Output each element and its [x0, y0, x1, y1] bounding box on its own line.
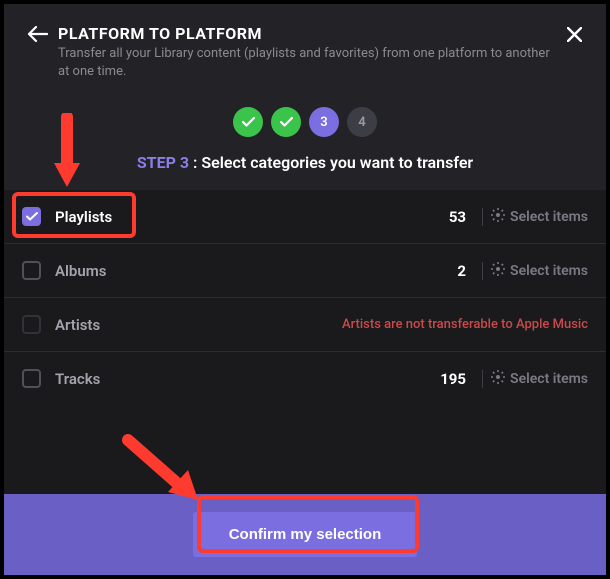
step-number-label: STEP 3	[137, 153, 189, 172]
category-row-playlists[interactable]: Playlists 53 Select items	[4, 190, 606, 244]
gear-icon	[491, 370, 505, 388]
select-items-button[interactable]: Select items	[491, 370, 588, 388]
select-items-label: Select items	[510, 209, 588, 225]
select-items-button[interactable]: Select items	[491, 208, 588, 226]
close-icon[interactable]	[567, 26, 582, 47]
checkbox-artists	[22, 315, 41, 334]
category-count: 2	[457, 262, 466, 280]
checkbox-tracks[interactable]	[22, 369, 41, 388]
category-label: Playlists	[55, 208, 449, 226]
error-message: Artists are not transferable to Apple Mu…	[342, 317, 588, 332]
step-description: : Select categories you want to transfer	[189, 153, 473, 172]
category-count: 53	[449, 208, 466, 226]
select-items-label: Select items	[510, 263, 588, 279]
step-3-current: 3	[309, 107, 339, 137]
divider	[482, 370, 483, 388]
confirm-button[interactable]: Confirm my selection	[193, 512, 418, 557]
category-count: 195	[440, 370, 466, 388]
category-label: Albums	[55, 262, 457, 280]
divider	[482, 208, 483, 226]
step-1-done	[233, 107, 263, 137]
step-2-done	[271, 107, 301, 137]
category-row-albums[interactable]: Albums 2 Select items	[4, 244, 606, 298]
modal-subtitle: Transfer all your Library content (playl…	[58, 45, 557, 81]
back-arrow-icon[interactable]	[28, 26, 48, 46]
select-items-button[interactable]: Select items	[491, 262, 588, 280]
category-row-tracks[interactable]: Tracks 195 Select items	[4, 352, 606, 405]
checkbox-playlists[interactable]	[22, 207, 41, 226]
modal-title: PLATFORM TO PLATFORM	[58, 24, 557, 43]
step-4-next: 4	[347, 107, 377, 137]
gear-icon	[491, 208, 505, 226]
modal-header: PLATFORM TO PLATFORM Transfer all your L…	[4, 4, 606, 93]
checkbox-albums[interactable]	[22, 261, 41, 280]
step-title: STEP 3 : Select categories you want to t…	[4, 143, 606, 190]
category-label: Tracks	[55, 370, 440, 388]
step-indicator: 3 4	[4, 93, 606, 143]
modal-footer: Confirm my selection	[4, 494, 606, 575]
divider	[482, 262, 483, 280]
category-row-artists: Artists Artists are not transferable to …	[4, 298, 606, 352]
select-items-label: Select items	[510, 371, 588, 387]
transfer-modal: PLATFORM TO PLATFORM Transfer all your L…	[4, 4, 606, 575]
gear-icon	[491, 262, 505, 280]
category-list: Playlists 53 Select items Albums 2 Selec…	[4, 190, 606, 494]
category-label: Artists	[55, 316, 342, 334]
